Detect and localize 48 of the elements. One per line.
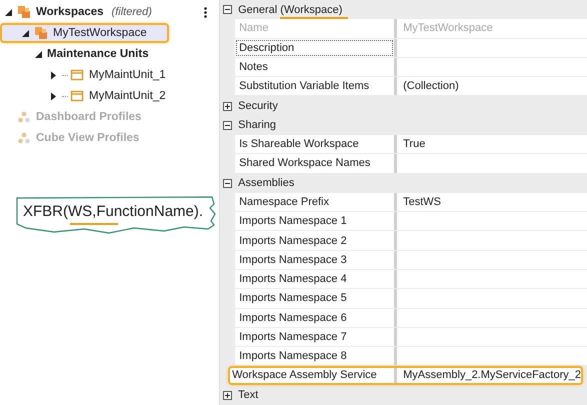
property-value[interactable]: MyAssembly_2.MyServiceFactory_2 xyxy=(403,369,581,382)
category-label: Security xyxy=(238,100,278,112)
property-name[interactable]: Notes xyxy=(235,58,394,76)
collapse-arrow-icon[interactable] xyxy=(34,50,43,58)
workspace-icon xyxy=(17,5,31,19)
property-name[interactable]: Description xyxy=(235,38,394,57)
expand-arrow-icon[interactable] xyxy=(49,92,58,100)
property-value[interactable]: (Collection) xyxy=(403,80,459,92)
property-name[interactable]: Imports Namespace 6 xyxy=(235,308,394,327)
callout-text: XFBR(WS,FunctionName). xyxy=(23,203,204,220)
category-label: Sharing xyxy=(238,119,276,132)
expand-icon[interactable] xyxy=(223,390,232,400)
tree-item-label[interactable]: Workspaces xyxy=(36,6,104,18)
property-name[interactable]: Namespace Prefix xyxy=(235,192,394,212)
property-name[interactable]: Imports Namespace 8 xyxy=(235,347,394,366)
expand-icon[interactable] xyxy=(223,102,232,111)
property-name[interactable]: Imports Namespace 7 xyxy=(235,328,394,346)
property-name[interactable]: Imports Namespace 2 xyxy=(235,231,394,250)
property-name[interactable]: Is Shareable Workspace xyxy=(235,134,394,154)
expand-arrow-icon[interactable] xyxy=(49,70,58,80)
tree-item-label[interactable]: MyTestWorkspace xyxy=(53,27,147,39)
collapse-arrow-icon[interactable] xyxy=(4,8,13,16)
calendar-icon xyxy=(70,89,84,103)
property-name[interactable]: Substitution Variable Items xyxy=(235,77,394,96)
property-value[interactable]: True xyxy=(403,138,426,150)
tree-item-label[interactable]: MyMaintUnit_1 xyxy=(89,69,166,81)
property-name[interactable]: Shared Workspace Names xyxy=(235,154,394,173)
property-name[interactable]: Imports Namespace 4 xyxy=(235,270,394,288)
property-value[interactable]: TestWS xyxy=(403,196,442,208)
collapse-icon[interactable] xyxy=(223,5,232,14)
category-label: Text xyxy=(238,389,258,402)
profile-icon xyxy=(17,110,31,124)
calendar-icon xyxy=(70,68,84,82)
property-name[interactable]: Workspace Assembly Service xyxy=(230,368,394,383)
tree-item-label[interactable]: Maintenance Units xyxy=(47,48,149,60)
category-label: Assemblies xyxy=(238,177,294,190)
profile-icon xyxy=(17,131,31,145)
property-name[interactable]: Imports Namespace 3 xyxy=(235,250,394,269)
selected-tree-row[interactable]: MyTestWorkspace xyxy=(0,23,170,43)
workspace-icon xyxy=(34,26,48,40)
tree-item-label[interactable]: MyMaintUnit_2 xyxy=(89,90,166,102)
property-name[interactable]: Imports Namespace 1 xyxy=(235,212,394,230)
collapse-icon[interactable] xyxy=(223,120,232,130)
filter-note: (filtered) xyxy=(112,6,152,18)
category-label: General (Workspace) xyxy=(238,4,342,16)
property-name[interactable]: Imports Namespace 5 xyxy=(235,289,394,308)
collapse-arrow-icon[interactable] xyxy=(21,28,30,38)
collapse-icon[interactable] xyxy=(223,178,232,188)
